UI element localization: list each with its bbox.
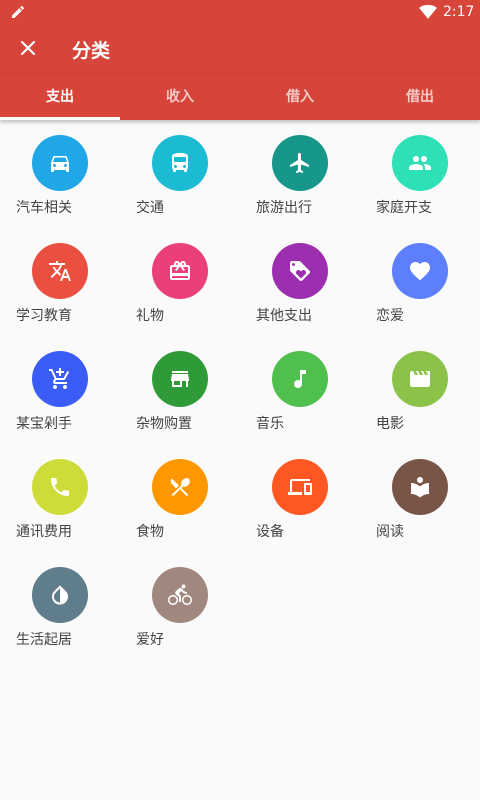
category-circle[interactable] (32, 351, 88, 407)
tab-bar: 支出 收入 借入 借出 (0, 74, 480, 120)
category-label: 音乐 (256, 416, 284, 432)
category-circle[interactable] (272, 459, 328, 515)
category-circle[interactable] (152, 567, 208, 623)
book-icon (411, 477, 429, 498)
category-item-online-shopping[interactable]: 某宝剁手 (0, 336, 120, 444)
category-label: 旅游出行 (256, 200, 312, 216)
movie-icon (410, 371, 430, 387)
family-icon (409, 156, 431, 170)
category-circle[interactable] (392, 243, 448, 299)
category-item-gift[interactable]: 礼物 (120, 228, 240, 336)
music-note-icon (294, 370, 306, 388)
category-label: 汽车相关 (16, 200, 72, 216)
category-label: 杂物购置 (136, 416, 192, 432)
airplane-icon (290, 153, 309, 173)
category-item-other-expense[interactable]: 其他支出 (240, 228, 360, 336)
tag-heart-icon (290, 261, 310, 281)
category-item-music[interactable]: 音乐 (240, 336, 360, 444)
contrast-drop-icon (52, 585, 68, 605)
tab-lend-out[interactable]: 借出 (360, 74, 480, 120)
category-label: 生活起居 (16, 632, 72, 648)
category-label: 学习教育 (16, 308, 72, 324)
category-label: 电影 (376, 416, 404, 432)
category-label: 礼物 (136, 308, 164, 324)
category-item-transport[interactable]: 交通 (120, 120, 240, 228)
category-item-education[interactable]: 学习教育 (0, 228, 120, 336)
category-label: 交通 (136, 200, 164, 216)
category-item-car[interactable]: 汽车相关 (0, 120, 120, 228)
category-item-family[interactable]: 家庭开支 (360, 120, 480, 228)
app-bar: 分类 (0, 24, 480, 74)
tab-income[interactable]: 收入 (120, 74, 240, 120)
fork-knife-icon (170, 478, 190, 497)
status-time: 2:17 (443, 4, 475, 20)
category-item-sundries[interactable]: 杂物购置 (120, 336, 240, 444)
category-grid: 汽车相关 交通 旅游出行 家庭开支 学习教育 礼物 其他支出 恋爱 某宝剁手 杂… (0, 120, 480, 660)
category-label: 某宝剁手 (16, 416, 72, 432)
devices-icon (288, 479, 312, 495)
category-label: 通讯费用 (16, 524, 72, 540)
category-item-hobby[interactable]: 爱好 (120, 552, 240, 660)
translate-icon (49, 261, 71, 281)
cart-add-icon (49, 368, 70, 389)
bus-icon (172, 153, 188, 172)
car-icon (51, 156, 69, 172)
category-circle[interactable] (32, 243, 88, 299)
category-item-telecom[interactable]: 通讯费用 (0, 444, 120, 552)
category-label: 设备 (256, 524, 284, 540)
tab-borrow-in[interactable]: 借入 (240, 74, 360, 120)
category-circle[interactable] (272, 135, 328, 191)
tab-expense[interactable]: 支出 (0, 74, 120, 120)
category-item-movie[interactable]: 电影 (360, 336, 480, 444)
category-circle[interactable] (152, 459, 208, 515)
status-bar: 2:17 (0, 0, 480, 24)
category-label: 恋爱 (376, 308, 404, 324)
heart-icon (410, 262, 430, 281)
phone-icon (51, 478, 69, 496)
category-circle[interactable] (392, 135, 448, 191)
pencil-icon (12, 5, 25, 18)
wifi-icon (419, 4, 437, 19)
category-label: 食物 (136, 524, 164, 540)
category-item-travel[interactable]: 旅游出行 (240, 120, 360, 228)
category-label: 爱好 (136, 632, 164, 648)
category-circle[interactable] (392, 351, 448, 407)
category-circle[interactable] (32, 567, 88, 623)
category-label: 家庭开支 (376, 200, 432, 216)
category-item-romance[interactable]: 恋爱 (360, 228, 480, 336)
category-circle[interactable] (272, 243, 328, 299)
category-item-reading[interactable]: 阅读 (360, 444, 480, 552)
close-icon[interactable] (14, 34, 42, 62)
category-circle[interactable] (152, 135, 208, 191)
category-circle[interactable] (392, 459, 448, 515)
category-circle[interactable] (152, 351, 208, 407)
gift-icon (170, 260, 190, 280)
category-label: 阅读 (376, 524, 404, 540)
category-circle[interactable] (32, 135, 88, 191)
category-circle[interactable] (32, 459, 88, 515)
page-title: 分类 (72, 40, 111, 62)
category-circle[interactable] (152, 243, 208, 299)
store-icon (171, 371, 189, 387)
category-label: 其他支出 (256, 308, 312, 324)
category-circle[interactable] (272, 351, 328, 407)
category-item-devices[interactable]: 设备 (240, 444, 360, 552)
bike-icon (168, 584, 192, 605)
category-item-living[interactable]: 生活起居 (0, 552, 120, 660)
category-item-food[interactable]: 食物 (120, 444, 240, 552)
